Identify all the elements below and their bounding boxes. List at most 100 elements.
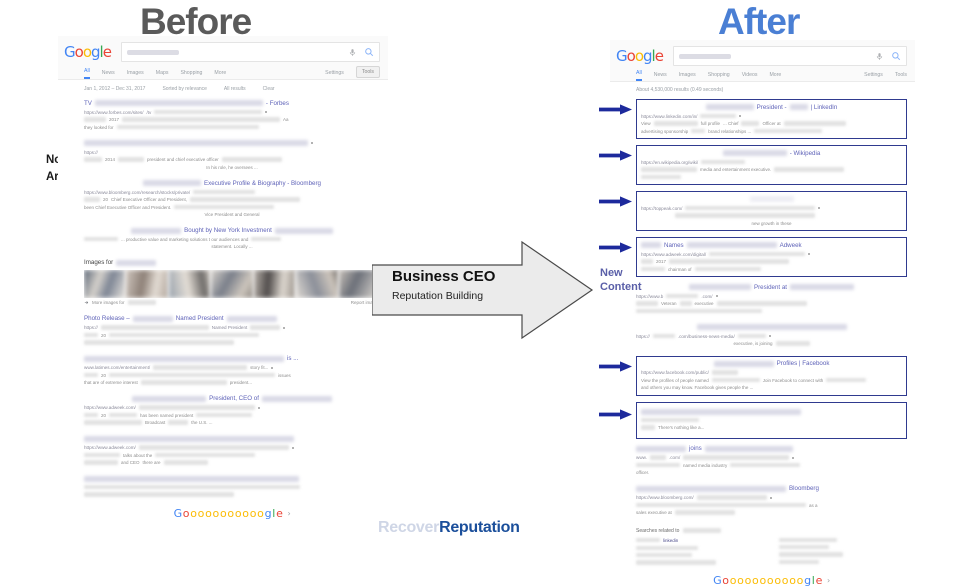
tab-news[interactable]: News — [654, 72, 667, 81]
result-title[interactable]: President, CEO of — [84, 395, 380, 403]
search-icon[interactable] — [364, 47, 374, 57]
image-thumbnail[interactable] — [211, 269, 253, 298]
result-menu-dot[interactable] — [265, 111, 268, 113]
result-url[interactable]: https://www.bloomberg.com/research/stock… — [84, 189, 380, 195]
mic-icon[interactable] — [348, 48, 357, 57]
result-title[interactable]: - Wikipedia — [641, 149, 902, 157]
pagination-after[interactable]: Gooooooooooogle › — [636, 574, 907, 587]
filter-all-results[interactable]: All results — [224, 86, 246, 92]
result-url[interactable]: https://www.b .com/ — [636, 293, 907, 299]
result-title[interactable] — [641, 195, 902, 203]
result-item[interactable]: Bought by New York Investment ... produc… — [84, 227, 380, 250]
result-url[interactable]: https://www.facebook.com/public/ — [641, 370, 902, 376]
result-item[interactable]: Executive Profile & Biography - Bloomber… — [84, 179, 380, 218]
result-title[interactable]: President - | LinkedIn — [641, 103, 902, 111]
settings-button[interactable]: Settings — [864, 72, 883, 81]
result-url[interactable]: www. .com/ — [636, 455, 907, 461]
tab-all[interactable]: All — [84, 68, 90, 79]
image-thumbnail[interactable] — [253, 269, 296, 298]
settings-button[interactable]: Settings — [325, 70, 344, 79]
image-thumbnail[interactable] — [126, 269, 168, 298]
result-item-highlighted[interactable]: https://toppeak.com/ new growth in these — [599, 191, 907, 231]
result-item[interactable]: https:// .com/business-news-media/ execu… — [636, 323, 907, 347]
tab-all[interactable]: All — [636, 70, 642, 81]
image-thumbnail[interactable] — [84, 269, 126, 298]
result-title[interactable]: Profiles | Facebook — [641, 360, 902, 368]
result-title[interactable] — [84, 475, 380, 483]
result-menu-dot[interactable] — [808, 253, 811, 255]
tools-button[interactable]: Tools — [895, 72, 907, 81]
result-url[interactable]: https://www.adweek.com/ — [84, 405, 380, 411]
tab-more[interactable]: More — [214, 70, 226, 79]
tools-button[interactable]: Tools — [355, 66, 380, 78]
result-url[interactable]: https://toppeak.com/ — [641, 205, 902, 211]
result-title[interactable]: is ... — [84, 355, 380, 363]
pagination-next-icon[interactable]: › — [288, 509, 291, 518]
result-url[interactable]: https:// — [84, 149, 380, 155]
tab-images[interactable]: Images — [679, 72, 696, 81]
result-menu-dot[interactable] — [283, 326, 286, 329]
result-title[interactable]: joins — [636, 445, 907, 453]
after-serp-tabs[interactable]: All News Images Shopping Videos More Set… — [610, 66, 915, 81]
search-icon[interactable] — [891, 51, 901, 61]
result-item[interactable]: Photo Release – Named President https://… — [84, 315, 380, 346]
result-title[interactable]: President at — [636, 283, 907, 291]
result-url[interactable]: https://www.adweek.com/ — [84, 445, 380, 451]
result-url[interactable]: www.latimes.com/entertainment/ story fit… — [84, 365, 380, 371]
result-url[interactable]: https://www.forbes.com/sites/ /tv — [84, 109, 380, 115]
mic-icon[interactable] — [875, 52, 884, 61]
result-item[interactable]: TV - Forbes https://www.forbes.com/sites… — [84, 99, 380, 130]
result-menu-dot[interactable] — [715, 295, 718, 297]
related-search-item[interactable] — [778, 552, 843, 557]
result-title[interactable] — [636, 323, 907, 331]
result-url[interactable]: https:// Named President — [84, 325, 380, 331]
result-url[interactable]: https:// .com/business-news-media/ — [636, 333, 907, 339]
related-search-item[interactable] — [636, 545, 698, 550]
related-search-item[interactable] — [778, 544, 829, 550]
tab-maps[interactable]: Maps — [156, 70, 169, 79]
result-item-highlighted[interactable]: Names Adweek https://www.adweek.com/digi… — [599, 237, 907, 277]
result-item[interactable]: https:// 2014 president and chief execut… — [84, 139, 380, 170]
result-url[interactable]: https://www.linkedin.com/in/ — [641, 113, 902, 119]
images-result-block[interactable]: Images for More images for Report images — [84, 259, 380, 306]
filter-sort[interactable]: Sorted by relevance — [162, 86, 206, 92]
image-thumbnail-strip[interactable] — [84, 269, 380, 298]
image-thumbnail[interactable] — [168, 269, 211, 298]
result-url[interactable]: https://www.adweek.com/digital/ — [641, 251, 902, 257]
result-menu-dot[interactable] — [769, 496, 772, 499]
tab-more[interactable]: More — [769, 72, 781, 81]
result-item-highlighted[interactable]: - Wikipedia https://en.wikipedia.org/wik… — [599, 145, 907, 185]
search-input[interactable] — [672, 46, 907, 66]
result-url[interactable]: https://en.wikipedia.org/wiki/ — [641, 159, 902, 165]
result-item[interactable]: Bloomberg https://www.bloomberg.com/ as … — [636, 485, 907, 516]
filter-date-range[interactable]: Jan 1, 2012 – Dec 31, 2017 — [84, 86, 145, 92]
result-item-highlighted[interactable]: President - | LinkedIn https://www.linke… — [599, 99, 907, 139]
result-title[interactable] — [641, 408, 902, 416]
result-item[interactable]: joins www. .com/ named media industry of — [636, 445, 907, 476]
related-search-item[interactable]: linkedin — [636, 538, 765, 543]
related-search-item[interactable] — [778, 559, 819, 565]
result-menu-dot[interactable] — [271, 366, 274, 369]
tab-shopping[interactable]: Shopping — [708, 72, 730, 81]
result-menu-dot[interactable] — [818, 207, 821, 209]
result-menu-dot[interactable] — [291, 446, 294, 449]
result-item[interactable]: https://www.adweek.com/ talks about the … — [84, 435, 380, 466]
result-title[interactable]: Photo Release – Named President — [84, 315, 380, 323]
result-title[interactable]: Executive Profile & Biography - Bloomber… — [84, 179, 380, 187]
result-title[interactable] — [84, 435, 380, 443]
result-menu-dot[interactable] — [739, 115, 742, 117]
result-item[interactable]: is ... www.latimes.com/entertainment/ st… — [84, 355, 380, 386]
result-title[interactable]: TV - Forbes — [84, 99, 380, 107]
tab-news[interactable]: News — [102, 70, 115, 79]
result-url[interactable]: https://www.bloomberg.com/ — [636, 495, 907, 501]
tab-shopping[interactable]: Shopping — [180, 70, 202, 79]
result-menu-dot[interactable] — [792, 456, 795, 459]
result-title[interactable]: Bloomberg — [636, 485, 907, 493]
pagination-before[interactable]: Gooooooooooogle › — [84, 507, 380, 520]
search-input[interactable] — [120, 42, 380, 62]
result-menu-dot[interactable] — [257, 406, 260, 409]
related-search-item[interactable] — [636, 552, 692, 558]
result-title[interactable] — [84, 139, 380, 147]
result-item-highlighted[interactable]: There's nothing like a... — [599, 401, 907, 439]
result-title[interactable]: Names Adweek — [641, 241, 902, 249]
